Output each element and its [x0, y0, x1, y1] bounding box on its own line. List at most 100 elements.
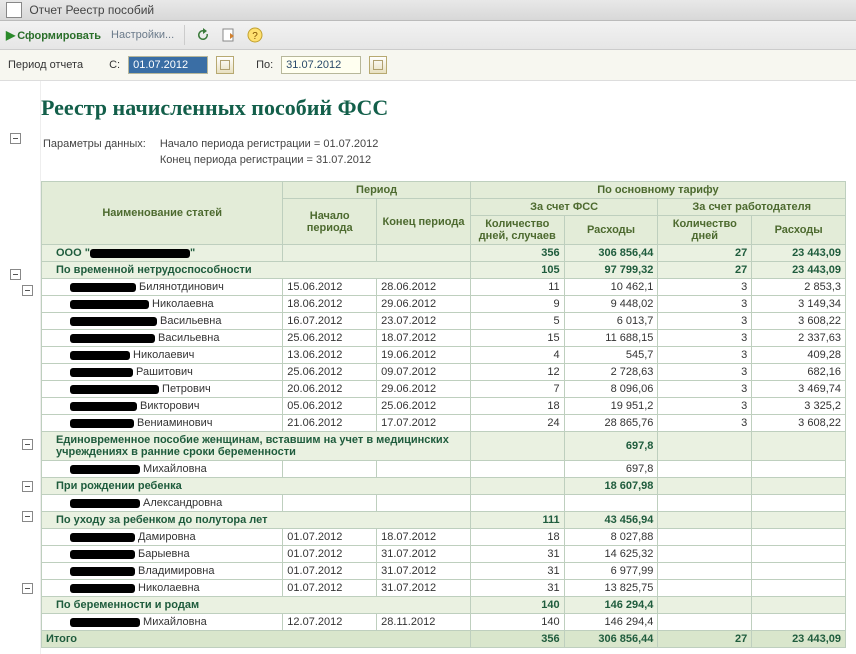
toolbar: ▶Сформировать Настройки... ? [0, 21, 856, 50]
cell [470, 478, 564, 495]
cell: 18 607,98 [564, 478, 658, 495]
cell: 23 443,09 [752, 262, 846, 279]
cell: 3 469,74 [752, 381, 846, 398]
cell: 6 013,7 [564, 313, 658, 330]
cell: 18 [470, 529, 564, 546]
cell: Владимировна [42, 563, 283, 580]
col-name: Наименование статей [42, 182, 283, 245]
cell [470, 495, 564, 512]
cell: 25.06.2012 [283, 330, 377, 347]
cell [658, 614, 752, 631]
table-row: Николаевна18.06.201229.06.201299 448,023… [42, 296, 846, 313]
cell: 3 149,34 [752, 296, 846, 313]
table-row: Николаевна01.07.201231.07.20123113 825,7… [42, 580, 846, 597]
cell [377, 461, 471, 478]
generate-button[interactable]: ▶Сформировать [6, 28, 101, 42]
collapse-toggle[interactable] [10, 269, 21, 280]
cell: Николаевна [42, 296, 283, 313]
collapse-toggle[interactable] [22, 481, 33, 492]
cell: 3 [658, 415, 752, 432]
col-fss-exp: Расходы [564, 216, 658, 245]
report-title: Реестр начисленных пособий ФСС [41, 95, 846, 121]
window-title: Отчет Реестр пособий [29, 3, 154, 17]
cell: По уходу за ребенком до полутора лет [42, 512, 471, 529]
table-row: Александровна [42, 495, 846, 512]
cell [658, 529, 752, 546]
cell [658, 546, 752, 563]
cell: По беременности и родам [42, 597, 471, 614]
report-icon [6, 2, 22, 18]
cell: 43 456,94 [564, 512, 658, 529]
cell: 140 [470, 597, 564, 614]
collapse-toggle[interactable] [22, 583, 33, 594]
table-row: Единовременное пособие женщинам, вставши… [42, 432, 846, 461]
table-row: ООО ""356306 856,442723 443,09 [42, 245, 846, 262]
collapse-toggle[interactable] [22, 285, 33, 296]
cell: Викторович [42, 398, 283, 415]
col-employer: За счет работодателя [658, 199, 846, 216]
refresh-icon[interactable] [195, 27, 211, 43]
cell: 18 [470, 398, 564, 415]
cell [752, 597, 846, 614]
cell: 17.07.2012 [377, 415, 471, 432]
cell [377, 495, 471, 512]
table-row: Вениаминович21.06.201217.07.20122428 865… [42, 415, 846, 432]
cell: 18.07.2012 [377, 529, 471, 546]
calendar-to-button[interactable] [369, 56, 387, 74]
cell: 31.07.2012 [377, 546, 471, 563]
cell: 31 [470, 546, 564, 563]
cell: 15.06.2012 [283, 279, 377, 296]
table-row: По временной нетрудоспособности10597 799… [42, 262, 846, 279]
cell: 3 [658, 279, 752, 296]
cell: 23 443,09 [752, 245, 846, 262]
cell: 8 096,06 [564, 381, 658, 398]
cell: 8 027,88 [564, 529, 658, 546]
cell: 13 825,75 [564, 580, 658, 597]
collapse-toggle[interactable] [22, 439, 33, 450]
col-period: Период [283, 182, 471, 199]
table-row: Михайловна697,8 [42, 461, 846, 478]
cell: 28.11.2012 [377, 614, 471, 631]
cell: ООО "" [42, 245, 283, 262]
help-icon[interactable]: ? [247, 27, 263, 43]
cell: 16.07.2012 [283, 313, 377, 330]
cell: 140 [470, 614, 564, 631]
table-row: Билянотдинович15.06.201228.06.20121110 4… [42, 279, 846, 296]
col-main-tariff: По основному тарифу [470, 182, 845, 199]
table-row: Владимировна01.07.201231.07.2012316 977,… [42, 563, 846, 580]
cell [283, 245, 377, 262]
period-to-input[interactable] [281, 56, 361, 74]
from-label: С: [109, 59, 120, 71]
table-row: Васильевна25.06.201218.07.20121511 688,1… [42, 330, 846, 347]
cell: Вениаминович [42, 415, 283, 432]
cell [470, 432, 564, 461]
period-from-input[interactable] [128, 56, 208, 74]
filter-bar: Период отчета С: По: [0, 50, 856, 81]
cell: 146 294,4 [564, 597, 658, 614]
cell: Николаевна [42, 580, 283, 597]
settings-button[interactable]: Настройки... [111, 29, 174, 41]
col-fss: За счет ФСС [470, 199, 658, 216]
cell: 9 [470, 296, 564, 313]
cell: 3 [658, 296, 752, 313]
to-label: По: [256, 59, 273, 71]
cell: 21.06.2012 [283, 415, 377, 432]
cell: 2 337,63 [752, 330, 846, 347]
collapse-toggle[interactable] [10, 133, 21, 144]
cell: Рашитович [42, 364, 283, 381]
cell [658, 461, 752, 478]
cell: 697,8 [564, 432, 658, 461]
cell: 4 [470, 347, 564, 364]
cell: 24 [470, 415, 564, 432]
cell: 29.06.2012 [377, 296, 471, 313]
cell [564, 495, 658, 512]
cell: Николаевич [42, 347, 283, 364]
calendar-from-button[interactable] [216, 56, 234, 74]
cell: 356 [470, 245, 564, 262]
cell [658, 580, 752, 597]
cell: Единовременное пособие женщинам, вставши… [42, 432, 471, 461]
collapse-toggle[interactable] [22, 511, 33, 522]
export-icon[interactable] [221, 27, 237, 43]
cell [658, 432, 752, 461]
cell [752, 529, 846, 546]
